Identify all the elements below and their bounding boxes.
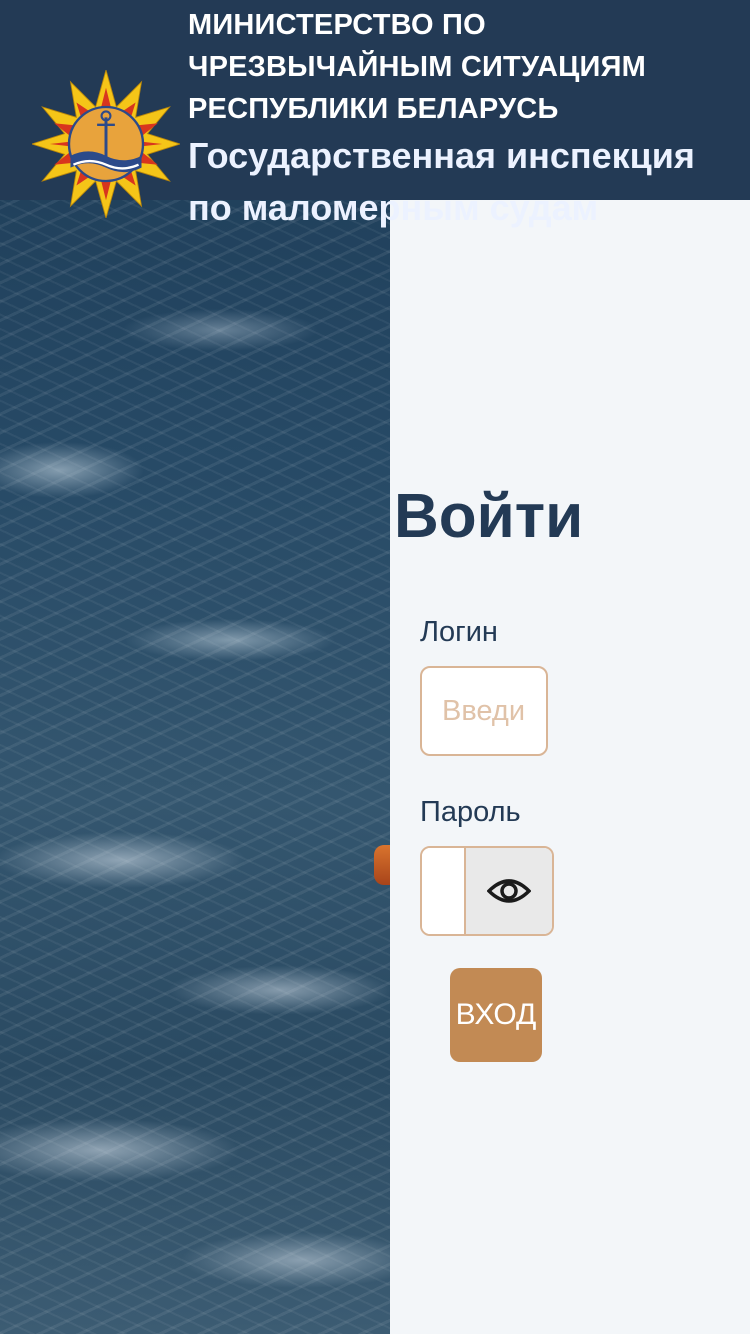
ministry-name-line: МИНИСТЕРСТВО ПО (188, 9, 486, 41)
login-submit-button[interactable]: ВХОД (450, 968, 542, 1062)
ministry-name: МИНИСТЕРСТВО ПО ЧРЕЗВЫЧАЙНЫМ СИТУАЦИЯМ Р… (188, 4, 748, 130)
password-label: Пароль (420, 796, 521, 828)
login-panel: Войти Логин Пароль ВХОД (390, 200, 750, 1334)
mchs-emblem-icon (32, 70, 180, 218)
password-field-group (420, 846, 554, 936)
boat-fragment (374, 845, 390, 885)
eye-icon (487, 879, 531, 903)
ministry-name-line: ЧРЕЗВЫЧАЙНЫМ СИТУАЦИЯМ (188, 51, 647, 83)
login-label: Логин (420, 616, 498, 648)
login-input[interactable] (420, 666, 548, 756)
login-title: Войти (394, 482, 584, 551)
toggle-password-visibility-button[interactable] (464, 848, 552, 934)
password-input[interactable] (422, 848, 464, 934)
ministry-name-line: РЕСПУБЛИКИ БЕЛАРУСЬ (188, 93, 559, 125)
